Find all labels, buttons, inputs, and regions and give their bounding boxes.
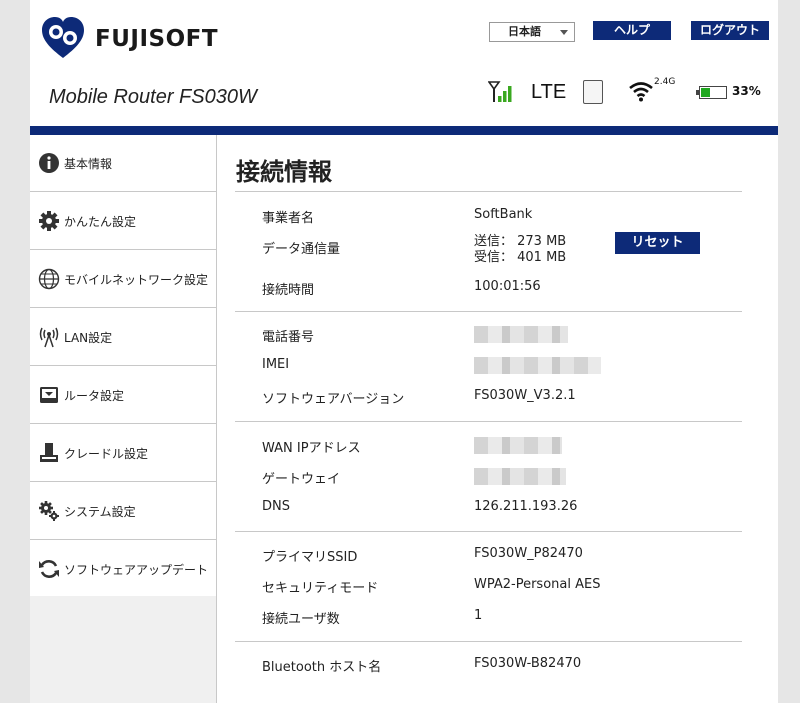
primary-ssid-label: プライマリSSID bbox=[262, 550, 358, 565]
software-version-value: FS030W_V3.2.1 bbox=[474, 388, 576, 403]
header: FUJISOFT Mobile Router FS030W 日本語 ヘルプ ログ… bbox=[30, 0, 778, 126]
model-name: Mobile Router FS030W bbox=[49, 86, 257, 108]
globe-icon bbox=[38, 268, 60, 290]
dns-value: 126.211.193.26 bbox=[474, 499, 578, 514]
language-select-value: 日本語 bbox=[508, 25, 541, 38]
section-divider bbox=[235, 311, 742, 312]
network-type: LTE bbox=[531, 81, 567, 103]
battery-icon bbox=[696, 86, 727, 99]
sidebar-item-label: かんたん設定 bbox=[64, 215, 137, 229]
imei-label: IMEI bbox=[262, 357, 290, 372]
wan-ip-redacted bbox=[474, 437, 562, 454]
signal-strength-icon bbox=[488, 81, 512, 102]
connected-users-label: 接続ユーザ数 bbox=[262, 612, 340, 627]
router-icon bbox=[40, 387, 58, 403]
sidebar-item-label: LAN設定 bbox=[64, 331, 113, 345]
imei-redacted bbox=[474, 357, 601, 374]
sidebar-item-label: システム設定 bbox=[64, 505, 136, 519]
fujisoft-logo-mark-icon bbox=[42, 17, 84, 58]
help-button[interactable]: ヘルプ bbox=[593, 21, 671, 40]
data-received-value: 受信： 401 MB bbox=[474, 250, 567, 265]
sidebar-item-label: クレードル設定 bbox=[64, 447, 149, 461]
cradle-icon bbox=[40, 443, 58, 462]
header-divider bbox=[30, 126, 778, 135]
section-divider bbox=[235, 641, 742, 642]
section-divider bbox=[235, 531, 742, 532]
section-divider bbox=[235, 191, 742, 192]
security-mode-label: セキュリティモード bbox=[262, 581, 379, 596]
connected-users-value: 1 bbox=[474, 608, 483, 623]
security-mode-value: WPA2-Personal AES bbox=[474, 577, 601, 592]
connection-time-label: 接続時間 bbox=[262, 283, 315, 298]
data-usage-label: データ通信量 bbox=[262, 242, 341, 257]
connection-time-value: 100:01:56 bbox=[474, 279, 541, 294]
sidebar-item-label: 基本情報 bbox=[64, 157, 113, 171]
sidebar: 基本情報 かんたん設定 モバイルネットワーク設定 LAN設定 ルータ設定 クレー… bbox=[30, 135, 216, 703]
sim-card-icon bbox=[583, 80, 603, 104]
page-title: 接続情報 bbox=[236, 158, 332, 186]
sidebar-item-label: モバイルネットワーク設定 bbox=[64, 273, 209, 287]
brand-name: FUJISOFT bbox=[95, 26, 219, 52]
gateway-label: ゲートウェイ bbox=[262, 472, 341, 487]
battery-percent: 33% bbox=[732, 84, 761, 98]
battery-level-fill bbox=[701, 88, 710, 97]
reset-button[interactable]: リセット bbox=[615, 232, 700, 254]
sidebar-item-cradle-settings[interactable]: クレードル設定 bbox=[30, 425, 216, 482]
caret-down-icon bbox=[560, 30, 568, 35]
carrier-label: 事業者名 bbox=[262, 211, 315, 226]
sidebar-item-label: ルータ設定 bbox=[64, 389, 125, 403]
software-version-label: ソフトウェアバージョン bbox=[262, 392, 405, 407]
sidebar-item-system-settings[interactable]: システム設定 bbox=[30, 483, 216, 540]
wifi-icon bbox=[629, 82, 653, 102]
sidebar-item-lan-settings[interactable]: LAN設定 bbox=[30, 309, 216, 366]
bluetooth-host-label: Bluetooth ホスト名 bbox=[262, 660, 382, 675]
language-select[interactable]: 日本語 bbox=[489, 22, 575, 42]
fujisoft-logo: FUJISOFT bbox=[40, 16, 220, 62]
gear-icon bbox=[39, 211, 59, 231]
wifi-band: 2.4G bbox=[654, 77, 676, 87]
section-divider bbox=[235, 421, 742, 422]
antenna-icon bbox=[39, 327, 59, 348]
sidebar-item-mobile-network[interactable]: モバイルネットワーク設定 bbox=[30, 251, 216, 308]
logout-button[interactable]: ログアウト bbox=[691, 21, 769, 40]
wan-ip-label: WAN IPアドレス bbox=[262, 441, 361, 456]
info-icon bbox=[39, 153, 59, 173]
sidebar-empty-area bbox=[30, 596, 216, 703]
primary-ssid-value: FS030W_P82470 bbox=[474, 546, 583, 561]
carrier-value: SoftBank bbox=[474, 207, 533, 222]
sidebar-item-easy-setup[interactable]: かんたん設定 bbox=[30, 193, 216, 250]
phone-number-label: 電話番号 bbox=[262, 330, 315, 345]
router-admin-window: FUJISOFT Mobile Router FS030W 日本語 ヘルプ ログ… bbox=[30, 0, 778, 703]
bluetooth-host-value: FS030W-B82470 bbox=[474, 656, 582, 671]
gears-icon bbox=[39, 501, 59, 521]
status-bar: LTE 2.4G 33% bbox=[488, 77, 778, 106]
phone-number-redacted bbox=[474, 326, 568, 343]
gateway-redacted bbox=[474, 468, 566, 485]
dns-label: DNS bbox=[262, 499, 290, 514]
refresh-icon bbox=[39, 560, 59, 578]
sidebar-item-basic-info[interactable]: 基本情報 bbox=[30, 135, 216, 192]
sidebar-item-label: ソフトウェアアップデート bbox=[64, 563, 209, 577]
sidebar-item-router-settings[interactable]: ルータ設定 bbox=[30, 367, 216, 424]
sidebar-item-software-update[interactable]: ソフトウェアアップデート bbox=[30, 541, 216, 598]
connection-info-panel: 接続情報 事業者名 SoftBank データ通信量 送信： 273 MB 受信：… bbox=[217, 135, 778, 703]
